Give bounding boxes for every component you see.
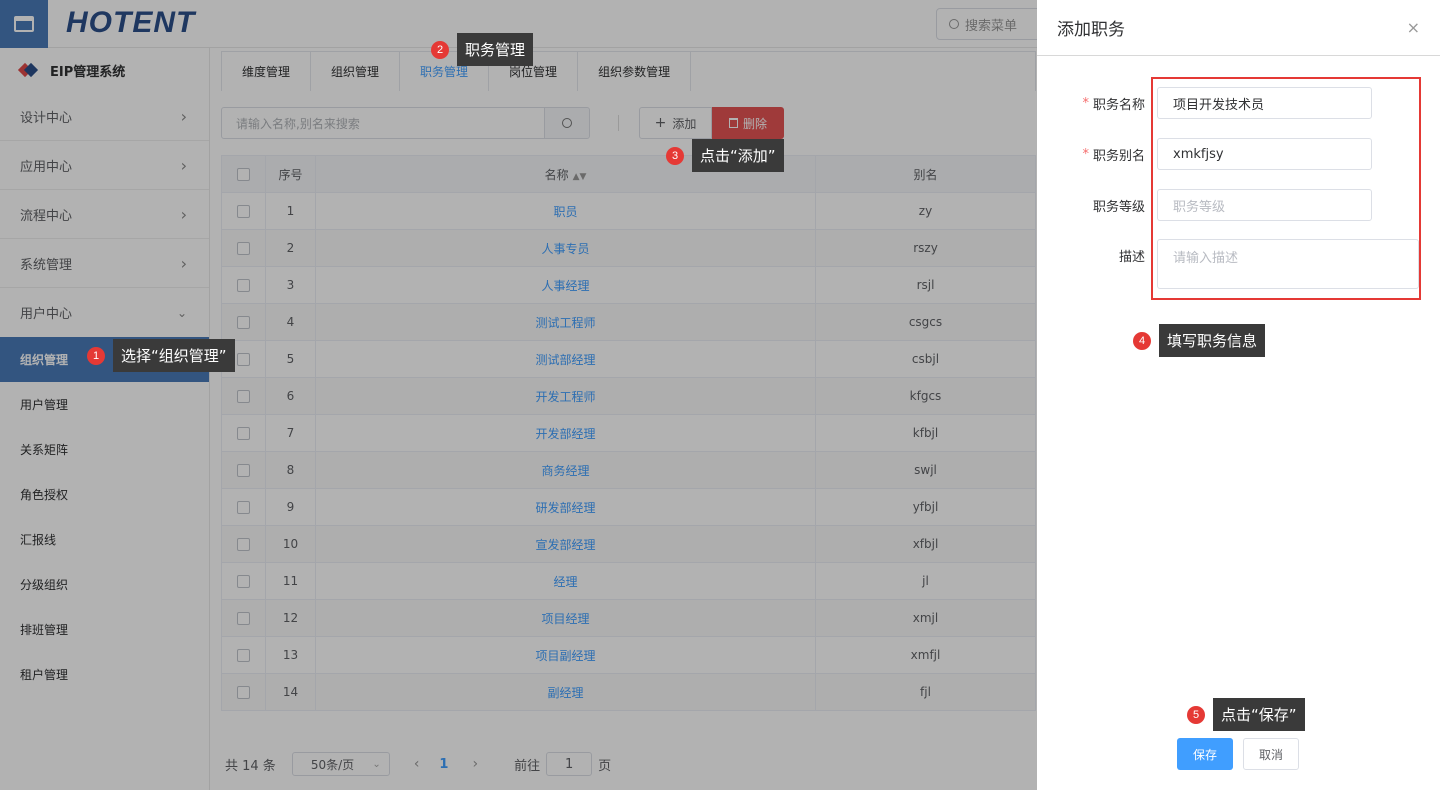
drawer-header: 添加职务 ×: [1037, 0, 1440, 56]
cancel-button[interactable]: 取消: [1243, 738, 1299, 770]
callout-4: 4 填写职务信息: [1133, 324, 1266, 357]
callout-text: 填写职务信息: [1159, 324, 1266, 357]
callout-text: 点击“保存”: [1213, 698, 1305, 731]
callout-2: 2 职务管理: [431, 33, 534, 66]
drawer-title: 添加职务: [1057, 20, 1125, 40]
callout-text: 选择“组织管理”: [113, 339, 235, 372]
step-badge: 4: [1133, 331, 1151, 350]
step-badge: 1: [87, 346, 105, 365]
step-badge: 2: [431, 40, 449, 59]
callout-text: 点击“添加”: [692, 139, 784, 172]
callout-1: 1 选择“组织管理”: [87, 339, 235, 372]
save-button[interactable]: 保存: [1177, 738, 1233, 770]
job-desc-label: 描述: [1118, 249, 1145, 265]
form-highlight-box: [1151, 77, 1421, 300]
step-badge: 3: [666, 146, 684, 165]
required-mark: *: [1082, 95, 1089, 111]
close-icon[interactable]: ×: [1407, 18, 1420, 37]
callout-5: 5 点击“保存”: [1187, 698, 1305, 731]
job-level-label: 职务等级: [1092, 199, 1145, 215]
modal-overlay[interactable]: [0, 0, 1037, 790]
job-alias-label: * 职务别名: [1082, 138, 1145, 170]
callout-text: 职务管理: [457, 33, 534, 66]
job-name-label: * 职务名称: [1082, 87, 1145, 119]
job-name-label-text: 职务名称: [1092, 97, 1145, 113]
add-job-drawer: 添加职务 × * 职务名称 项目开发技术员 * 职务别名 xmkfjsy 职务等级 …: [1037, 0, 1440, 790]
callout-3: 3 点击“添加”: [666, 139, 784, 172]
required-mark: *: [1082, 146, 1089, 162]
job-alias-label-text: 职务别名: [1092, 148, 1145, 164]
step-badge: 5: [1187, 705, 1205, 724]
